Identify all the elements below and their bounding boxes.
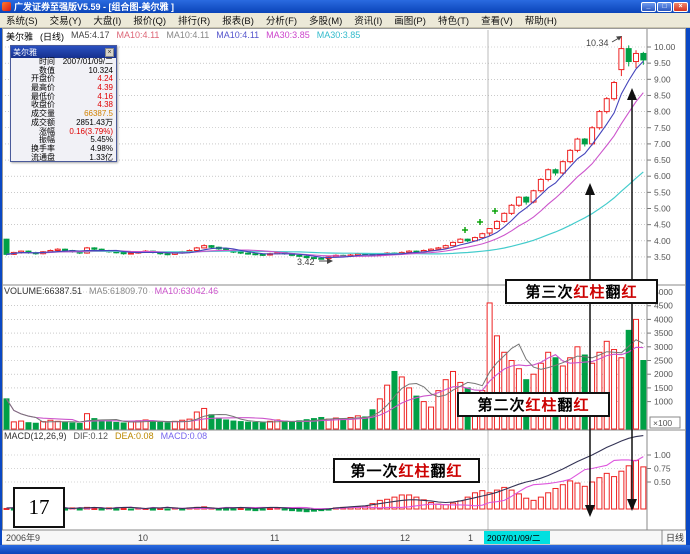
svg-text:2007/01/09/二: 2007/01/09/二 (487, 533, 541, 543)
annotation-text: 翻 (431, 460, 447, 481)
svg-text:3000: 3000 (654, 342, 673, 352)
menu-bar: 系统(S)交易(Y)大盘(I)报价(Q)排行(R)报表(B)分析(F)多股(M)… (0, 13, 690, 28)
svg-text:1000: 1000 (654, 397, 673, 407)
annotation-box-first: 第一次红柱翻红 (333, 458, 480, 483)
svg-text:9.00: 9.00 (654, 74, 671, 84)
svg-text:5.00: 5.00 (654, 204, 671, 214)
indicator-label: MA10:63042.46 (155, 286, 219, 296)
svg-text:1500: 1500 (654, 383, 673, 393)
volume-pane-header: VOLUME:66387.51 MA5:61809.70 MA10:63042.46 (4, 286, 218, 296)
ma-label: MA10:4.11 (117, 30, 160, 43)
indicator-label: MACD:0.08 (161, 431, 208, 441)
svg-text:3.50: 3.50 (654, 252, 671, 262)
menu-item-6[interactable]: 分析(F) (260, 13, 303, 27)
svg-text:4.00: 4.00 (654, 236, 671, 246)
annotation-text: 翻 (606, 281, 622, 302)
maximize-button[interactable]: □ (657, 2, 672, 12)
svg-text:7.00: 7.00 (654, 139, 671, 149)
svg-text:×100: ×100 (653, 418, 672, 428)
indicator-label: DEA:0.08 (115, 431, 154, 441)
svg-text:0.75: 0.75 (654, 464, 671, 474)
annotation-text: 红 (622, 281, 638, 302)
menu-item-0[interactable]: 系统(S) (0, 13, 44, 27)
period-daily-label: 日线 (666, 532, 684, 543)
menu-item-10[interactable]: 特色(T) (432, 13, 475, 27)
indicator-label: DIF:0.12 (74, 431, 109, 441)
svg-text:6.00: 6.00 (654, 171, 671, 181)
svg-text:4.50: 4.50 (654, 220, 671, 230)
ma-label: MA10:4.11 (216, 30, 259, 43)
svg-text:9.50: 9.50 (654, 58, 671, 68)
svg-text:7.50: 7.50 (654, 123, 671, 133)
annotation-box-second: 第二次红柱翻红 (457, 392, 610, 417)
svg-text:3.42: 3.42 (297, 257, 315, 267)
svg-text:3500: 3500 (654, 328, 673, 338)
svg-text:6.50: 6.50 (654, 155, 671, 165)
svg-text:2000: 2000 (654, 369, 673, 379)
menu-item-3[interactable]: 报价(Q) (127, 13, 172, 27)
period-label: (日线) (40, 30, 64, 43)
info-box-rows: 时间2007/01/09/二数值10.324开盘价4.24最高价4.39最低价4… (11, 58, 116, 162)
svg-text:1.00: 1.00 (654, 450, 671, 460)
annotation-text: 红柱 (573, 281, 605, 302)
menu-item-2[interactable]: 大盘(I) (87, 13, 127, 27)
ma-label: MA10:4.11 (166, 30, 209, 43)
annotation-text: 红 (447, 460, 463, 481)
price-pane-header: 美尔雅 (日线) MA5:4.17 MA10:4.11 MA10:4.11 MA10:4.… (6, 30, 360, 43)
menu-item-1[interactable]: 交易(Y) (44, 13, 88, 27)
svg-text:8.00: 8.00 (654, 107, 671, 117)
svg-text:10.34: 10.34 (586, 38, 609, 48)
indicator-label: VOLUME:66387.51 (4, 286, 82, 296)
annotation-text: 红柱 (525, 394, 557, 415)
svg-text:12: 12 (400, 533, 410, 543)
menu-item-12[interactable]: 帮助(H) (519, 13, 563, 27)
close-button[interactable]: × (673, 2, 688, 12)
indicator-label: MA5:61809.70 (89, 286, 148, 296)
window-title: 广发证券至强版V5.59 - [组合图-美尔雅 ] (14, 0, 640, 13)
svg-text:0.50: 0.50 (654, 477, 671, 487)
menu-item-4[interactable]: 排行(R) (172, 13, 216, 27)
menu-item-8[interactable]: 资讯(I) (348, 13, 388, 27)
application-window: 广发证券至强版V5.59 - [组合图-美尔雅 ] _ □ × 系统(S)交易(… (0, 0, 690, 554)
svg-text:4000: 4000 (654, 314, 673, 324)
svg-text:2006年9: 2006年9 (6, 532, 40, 543)
annotation-text: 第三次 (525, 281, 573, 302)
menu-item-11[interactable]: 查看(V) (475, 13, 519, 27)
minimize-button[interactable]: _ (641, 2, 656, 12)
annotation-text: 第一次 (350, 460, 398, 481)
svg-text:1: 1 (468, 533, 473, 543)
ma-label: MA5:4.17 (71, 30, 110, 43)
menu-item-5[interactable]: 报表(B) (216, 13, 260, 27)
svg-text:2500: 2500 (654, 356, 673, 366)
annotation-text: 红柱 (398, 460, 430, 481)
page-number-box: 17 (13, 487, 65, 528)
app-icon (2, 2, 11, 11)
ma-label: MA30:3.85 (317, 30, 361, 43)
svg-text:10.00: 10.00 (654, 42, 676, 52)
annotation-text: 翻 (558, 394, 574, 415)
annotation-box-third: 第三次红柱翻红 (505, 279, 658, 304)
svg-text:8.50: 8.50 (654, 90, 671, 100)
title-bar[interactable]: 广发证券至强版V5.59 - [组合图-美尔雅 ] _ □ × (0, 0, 690, 13)
menu-item-9[interactable]: 画图(P) (388, 13, 432, 27)
macd-pane-header: MACD(12,26,9) DIF:0.12 DEA:0.08 MACD:0.08 (4, 431, 207, 441)
annotation-text: 红 (574, 394, 590, 415)
info-box-title: 美尔雅 (13, 47, 105, 58)
window-bottom-border (0, 545, 690, 554)
menu-item-7[interactable]: 多股(M) (303, 13, 348, 27)
svg-text:10: 10 (138, 533, 148, 543)
annotation-text: 第二次 (477, 394, 525, 415)
quote-info-box[interactable]: 美尔雅 × 时间2007/01/09/二数值10.324开盘价4.24最高价4.… (10, 45, 117, 162)
svg-text:5.50: 5.50 (654, 187, 671, 197)
info-row-11: 流通盘1.33亿 (11, 154, 116, 163)
svg-text:11: 11 (270, 533, 279, 543)
close-icon[interactable]: × (105, 48, 114, 57)
stock-name: 美尔雅 (6, 30, 33, 43)
indicator-label: MACD(12,26,9) (4, 431, 67, 441)
timeline: 2006年9 10 11 12 1 2007/01/09/二 日线 (2, 530, 686, 545)
ma-label: MA30:3.85 (266, 30, 310, 43)
